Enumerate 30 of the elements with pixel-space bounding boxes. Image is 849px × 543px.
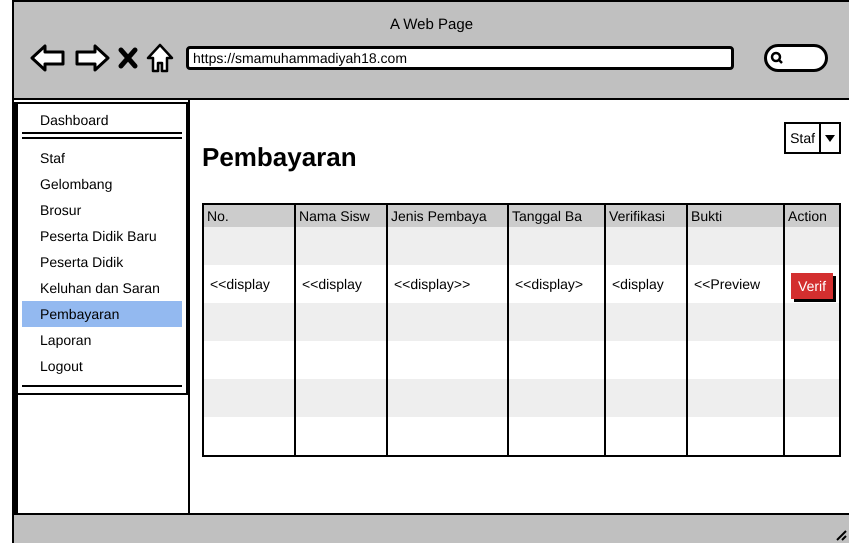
- table-cell-text: <display: [612, 274, 664, 294]
- search-icon: [770, 50, 784, 64]
- close-icon[interactable]: [118, 46, 138, 68]
- page-heading: Pembayaran: [202, 141, 357, 174]
- sidebar-item[interactable]: Pembayaran: [22, 301, 182, 327]
- back-icon[interactable]: [30, 42, 66, 72]
- role-dropdown[interactable]: Staf: [784, 122, 841, 154]
- sidebar-item[interactable]: Gelombang: [22, 171, 182, 197]
- sidebar-item[interactable]: Staf: [22, 145, 182, 171]
- sidebar-item[interactable]: Peserta Didik: [22, 249, 182, 275]
- url-field[interactable]: https://smamuhammadiyah18.com: [186, 46, 734, 70]
- resize-grip-icon[interactable]: [835, 529, 847, 541]
- column-header: Action: [787, 207, 828, 226]
- window-title: A Web Page: [390, 15, 474, 35]
- sidebar-item[interactable]: Keluhan dan Saran: [22, 275, 182, 301]
- home-icon[interactable]: [146, 42, 174, 72]
- sidebar-item[interactable]: Laporan: [22, 327, 182, 353]
- verify-button[interactable]: Verif: [791, 273, 834, 299]
- sidebar-item[interactable]: Logout: [22, 353, 182, 379]
- table-cell-text: <<display: [302, 274, 362, 294]
- search-field[interactable]: [764, 44, 828, 72]
- sidebar-item[interactable]: Brosur: [22, 197, 182, 223]
- table-cell-text: <<display: [210, 274, 270, 294]
- forward-icon[interactable]: [74, 42, 110, 72]
- sidebar-item[interactable]: Peserta Didik Baru: [22, 223, 182, 249]
- table-cell-text: <<display>>: [394, 274, 470, 294]
- caret-icon: [825, 134, 835, 142]
- table-cell-text: <<display>: [515, 274, 584, 294]
- table-cell-text: <<Preview: [694, 274, 760, 294]
- sidebar-item[interactable]: Dashboard: [22, 104, 182, 132]
